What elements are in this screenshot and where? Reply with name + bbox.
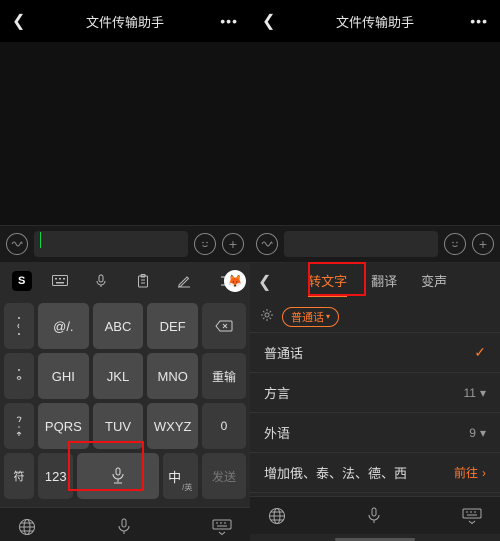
row-dialect[interactable]: 方言 11▾ — [250, 373, 500, 413]
key-space-mic[interactable] — [77, 453, 158, 499]
voice-lang-bar: 普通话▾ — [250, 301, 500, 333]
back-button[interactable]: ❮ — [262, 11, 275, 31]
key-symbol[interactable]: 符 — [4, 453, 34, 499]
chevron-down-icon: ▾ — [480, 426, 486, 440]
input-bar: + — [250, 225, 500, 263]
bottom-mic-icon[interactable] — [117, 518, 131, 536]
message-input[interactable] — [34, 231, 188, 257]
key-zero[interactable]: 0 — [202, 403, 246, 449]
row-label: 方言 — [264, 383, 290, 402]
tab-translate[interactable]: 翻译 — [359, 263, 409, 301]
voice-back-button[interactable]: ❮ — [258, 272, 282, 292]
keyboard-bottom-bar — [250, 496, 500, 534]
keyboard-toolbar: S 🦊 — [0, 263, 250, 299]
message-input[interactable] — [284, 231, 438, 257]
voice-wave-icon[interactable] — [256, 233, 278, 255]
key-tuv[interactable]: TUV — [93, 403, 144, 449]
tab-voice-change[interactable]: 变声 — [409, 263, 459, 301]
key-backspace[interactable] — [202, 303, 246, 349]
chat-header: ❮ 文件传输助手 ••• — [0, 0, 250, 42]
key-mno[interactable]: MNO — [147, 353, 198, 399]
row-mandarin[interactable]: 普通话 ✓ — [250, 333, 500, 373]
row-label: 增加俄、泰、法、德、西 — [264, 463, 407, 482]
plus-icon[interactable]: + — [472, 233, 494, 255]
punct-side-key-3[interactable] — [4, 403, 34, 449]
punct-side-key-2[interactable] — [4, 353, 34, 399]
keyboard-bottom-bar — [0, 507, 250, 541]
emoji-icon[interactable] — [444, 233, 466, 255]
key-wxyz[interactable]: WXYZ — [147, 403, 198, 449]
sogou-logo-icon[interactable]: S — [12, 271, 32, 291]
globe-icon[interactable] — [268, 507, 286, 525]
tab-to-text[interactable]: 转文字 — [296, 263, 359, 301]
language-pill[interactable]: 普通话▾ — [282, 307, 339, 327]
more-button[interactable]: ••• — [470, 13, 488, 29]
keypad-grid: @/. ABC DEF GHI JKL MNO 重输 PQRS TUV WXYZ — [0, 299, 250, 507]
key-lang[interactable]: 中/英 — [163, 453, 198, 499]
key-pqrs[interactable]: PQRS — [38, 403, 89, 449]
chat-area — [0, 42, 250, 225]
check-icon: ✓ — [474, 344, 486, 361]
collapse-keyboard-icon[interactable] — [462, 508, 482, 524]
chat-title: 文件传输助手 — [86, 12, 164, 31]
toolbar-mic-icon[interactable] — [88, 274, 114, 288]
toolbar-edit-icon[interactable] — [171, 274, 197, 288]
key-123[interactable]: 123 — [38, 453, 73, 499]
voice-tabs: ❮ 转文字 翻译 变声 — [250, 263, 500, 301]
row-label: 普通话 — [264, 343, 303, 362]
key-send[interactable]: 发送 — [202, 453, 246, 499]
back-button[interactable]: ❮ — [12, 11, 25, 31]
user-avatar[interactable]: 🦊 — [224, 270, 246, 292]
keyboard-panel: S 🦊 @/. ABC DEF GHI J — [0, 263, 250, 541]
right-phone-pane: ❮ 文件传输助手 ••• + ❮ 转文字 翻译 变声 — [250, 0, 500, 541]
toolbar-keyboard-icon[interactable] — [47, 275, 73, 287]
key-jkl[interactable]: JKL — [93, 353, 144, 399]
key-abc[interactable]: ABC — [93, 303, 144, 349]
input-bar: + — [0, 225, 250, 263]
key-def[interactable]: DEF — [147, 303, 198, 349]
chat-header: ❮ 文件传输助手 ••• — [250, 0, 500, 42]
left-phone-pane: ❮ 文件传输助手 ••• + S 🦊 — [0, 0, 250, 541]
voice-panel: ❮ 转文字 翻译 变声 普通话▾ 普通话 ✓ 方言 11▾ 外语 9▾ — [250, 263, 500, 541]
row-value: 前往› — [454, 464, 486, 481]
bottom-mic-icon[interactable] — [367, 507, 381, 525]
punct-side-key[interactable] — [4, 303, 34, 349]
chat-area — [250, 42, 500, 225]
toolbar-clipboard-icon[interactable] — [130, 274, 156, 288]
chat-title: 文件传输助手 — [336, 12, 414, 31]
row-value: 11▾ — [464, 386, 487, 400]
key-1[interactable]: @/. — [38, 303, 89, 349]
gear-icon[interactable] — [260, 308, 274, 325]
plus-icon[interactable]: + — [222, 233, 244, 255]
row-label: 外语 — [264, 423, 290, 442]
row-value: 9▾ — [469, 426, 486, 440]
collapse-keyboard-icon[interactable] — [212, 519, 232, 535]
row-add-langs[interactable]: 增加俄、泰、法、德、西 前往› — [250, 453, 500, 493]
chevron-down-icon: ▾ — [480, 386, 486, 400]
key-ghi[interactable]: GHI — [38, 353, 89, 399]
emoji-icon[interactable] — [194, 233, 216, 255]
more-button[interactable]: ••• — [220, 13, 238, 29]
chevron-right-icon: › — [482, 466, 486, 480]
key-reinput[interactable]: 重输 — [202, 353, 246, 399]
globe-icon[interactable] — [18, 518, 36, 536]
row-foreign[interactable]: 外语 9▾ — [250, 413, 500, 453]
voice-wave-icon[interactable] — [6, 233, 28, 255]
